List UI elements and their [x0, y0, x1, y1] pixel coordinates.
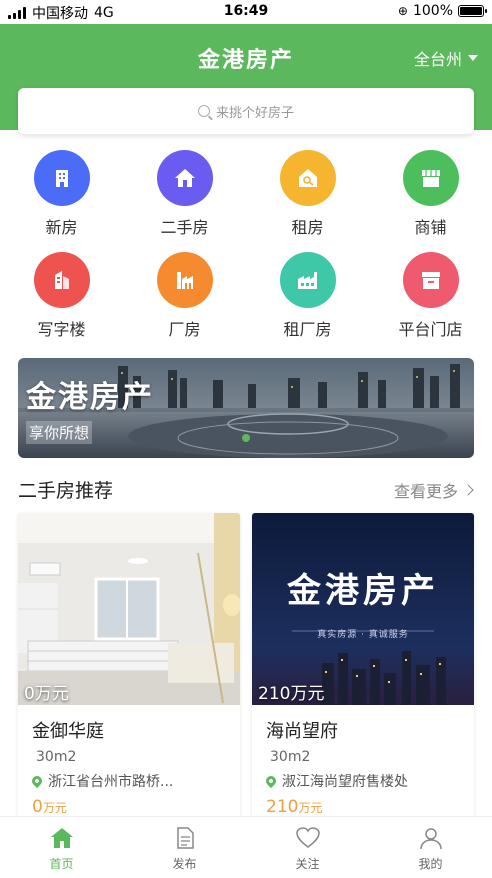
- price-value: 0: [32, 797, 43, 817]
- factory-icon: [279, 252, 336, 308]
- status-bar: 中国移动 4G 16:49 ⊕ 100%: [0, 0, 492, 24]
- store-icon: [402, 252, 459, 308]
- location-pin-icon: [263, 773, 279, 789]
- status-right: ⊕ 100%: [397, 3, 487, 19]
- tab-publish[interactable]: 发布: [123, 817, 246, 878]
- battery-icon: [458, 5, 487, 17]
- listing-card[interactable]: 0万元 金御华庭 30m2 浙江省台州市路桥... 0万元: [18, 513, 240, 823]
- listing-name: 金御华庭: [32, 721, 104, 742]
- listing-name: 海尚望府: [266, 721, 338, 742]
- listing-price: 0万元: [32, 797, 67, 817]
- listing-area: 30m2: [36, 749, 77, 765]
- key-house-icon: [279, 150, 336, 206]
- category-rent[interactable]: 租房: [246, 150, 369, 238]
- listing-price: 210万元: [266, 797, 322, 817]
- tab-mine[interactable]: 我的: [369, 817, 492, 878]
- listing-photo: 金港房产 真实房源 · 真诚服务: [252, 513, 474, 705]
- photo-overlay-title: 金港房产: [287, 571, 439, 611]
- user-icon: [419, 828, 442, 850]
- chevron-right-icon: [462, 484, 474, 496]
- factory-building-icon: [156, 252, 213, 308]
- price-unit: 万元: [298, 801, 323, 815]
- building-icon: [33, 150, 90, 206]
- category-new-house[interactable]: 新房: [0, 150, 123, 238]
- category-factory[interactable]: 厂房: [123, 252, 246, 340]
- banner-subtitle: 享你所想: [26, 421, 93, 444]
- tab-follow[interactable]: 关注: [246, 817, 369, 878]
- house-icon: [156, 150, 213, 206]
- heart-icon: [295, 827, 320, 848]
- listing-address: 淑江海尚望府售楼处: [263, 771, 408, 791]
- promo-banner[interactable]: 金港房产 享你所想: [18, 358, 474, 458]
- view-more-link[interactable]: 查看更多: [393, 478, 474, 502]
- city-label: 全台州: [413, 50, 462, 69]
- category-label: 平台门店: [398, 320, 463, 339]
- tab-label: 发布: [172, 857, 197, 871]
- address-text: 淑江海尚望府售楼处: [282, 774, 408, 790]
- category-office[interactable]: 写字楼: [0, 252, 123, 340]
- category-label: 租房: [291, 218, 324, 237]
- category-grid: 新房 二手房 租房 商铺 写字楼 厂房 租厂房 平台门店: [0, 150, 492, 340]
- listing-card[interactable]: 金港房产 真实房源 · 真诚服务 210万元 海尚望府 30m2 淑江海尚望府售…: [252, 513, 474, 823]
- category-label: 新房: [45, 218, 78, 237]
- price-value: 210: [266, 797, 299, 817]
- address-text: 浙江省台州市路桥...: [48, 774, 174, 790]
- banner-title: 金港房产: [26, 380, 154, 415]
- home-icon: [50, 828, 73, 848]
- category-second-hand[interactable]: 二手房: [123, 150, 246, 238]
- tab-label: 关注: [295, 857, 320, 871]
- caret-down-icon: [468, 55, 478, 61]
- price-unit: 万元: [42, 801, 67, 815]
- listing-photo: [18, 513, 240, 705]
- category-label: 二手房: [160, 218, 209, 237]
- view-more-label: 查看更多: [393, 482, 458, 501]
- location-pin-icon: [29, 773, 45, 789]
- tab-home[interactable]: 首页: [0, 817, 123, 878]
- shop-icon: [402, 150, 459, 206]
- tab-label: 首页: [49, 857, 74, 871]
- search-input[interactable]: 来挑个好房子: [18, 88, 474, 134]
- search-placeholder: 来挑个好房子: [215, 105, 294, 121]
- carousel-indicator: [242, 434, 250, 442]
- document-icon: [176, 827, 194, 849]
- battery-percent: 100%: [412, 3, 453, 19]
- office-icon: [33, 252, 90, 308]
- category-platform-store[interactable]: 平台门店: [369, 252, 492, 340]
- category-label: 租厂房: [283, 320, 332, 339]
- listing-address: 浙江省台州市路桥...: [29, 771, 174, 791]
- listing-area: 30m2: [270, 749, 311, 765]
- section-title: 二手房推荐: [18, 480, 114, 502]
- category-label: 厂房: [168, 320, 201, 339]
- search-icon: [197, 105, 210, 117]
- bottom-tab-bar: 首页 发布 关注 我的: [0, 816, 492, 878]
- tab-label: 我的: [418, 857, 443, 871]
- photo-overlay-slogan: 真实房源 · 真诚服务: [317, 630, 409, 640]
- category-rent-factory[interactable]: 租厂房: [246, 252, 369, 340]
- category-label: 商铺: [414, 218, 447, 237]
- city-selector[interactable]: 全台州: [414, 46, 478, 70]
- category-label: 写字楼: [37, 320, 86, 339]
- photo-price-tag: 210万元: [258, 684, 325, 704]
- orientation-lock-icon: ⊕: [397, 4, 408, 18]
- category-shop[interactable]: 商铺: [369, 150, 492, 238]
- photo-price-tag: 0万元: [24, 684, 69, 704]
